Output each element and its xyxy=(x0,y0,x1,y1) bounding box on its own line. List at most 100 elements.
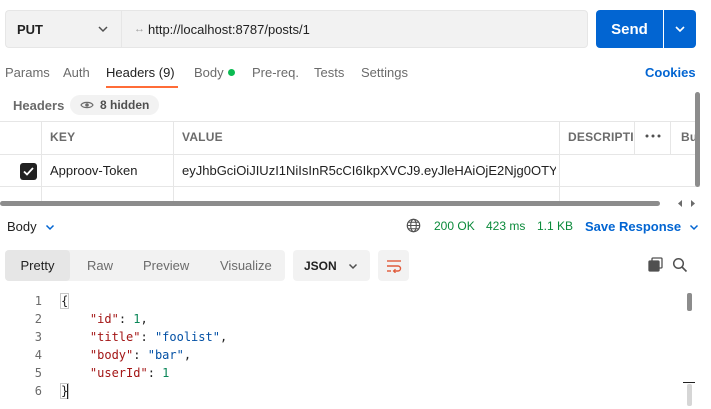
column-header-description: DESCRIPTIO xyxy=(568,130,634,144)
send-label: Send xyxy=(611,20,648,38)
scroll-left-arrow-icon[interactable] xyxy=(676,199,685,208)
line-number: 5 xyxy=(34,366,42,380)
table-col-divider xyxy=(559,121,560,201)
header-key-cell[interactable]: Approov-Token xyxy=(50,163,170,178)
url-lead-icon: ↔ xyxy=(134,23,145,35)
line-number: 2 xyxy=(34,312,42,326)
view-visualize-button[interactable]: Visualize xyxy=(220,250,272,281)
send-options-button[interactable] xyxy=(664,10,696,48)
tab-headers[interactable]: Headers (9) xyxy=(106,65,175,83)
response-time[interactable]: 423 ms xyxy=(486,219,525,233)
method-select[interactable]: PUT xyxy=(5,10,121,48)
tab-body[interactable]: Body xyxy=(194,65,235,83)
json-key: "userId" xyxy=(89,366,148,380)
globe-icon[interactable] xyxy=(406,218,421,233)
tab-body-label: Body xyxy=(194,65,224,80)
json-key: "title" xyxy=(89,330,141,344)
method-label: PUT xyxy=(17,21,43,37)
view-pretty-button[interactable]: Pretty xyxy=(5,250,70,281)
cookies-link[interactable]: Cookies xyxy=(645,65,696,80)
format-label: JSON xyxy=(304,258,337,273)
json-key: "body" xyxy=(89,348,134,362)
table-col-divider xyxy=(634,121,635,155)
column-header-value: VALUE xyxy=(182,130,223,144)
chevron-down-icon xyxy=(675,26,685,33)
check-icon xyxy=(23,167,34,176)
table-col-divider xyxy=(173,121,174,201)
json-open-brace: { xyxy=(61,294,69,308)
scroll-marker xyxy=(683,382,695,383)
code-line[interactable]: "body": "bar", xyxy=(61,348,191,362)
format-select[interactable]: JSON xyxy=(293,250,370,281)
save-response-label: Save Response xyxy=(585,219,682,234)
text-cursor xyxy=(67,384,68,399)
view-raw-label: Raw xyxy=(87,258,114,273)
send-button[interactable]: Send xyxy=(596,10,663,48)
table-row-divider xyxy=(0,186,700,187)
table-border-top xyxy=(0,121,700,122)
chevron-down-icon xyxy=(348,263,358,270)
hidden-headers-count: 8 hidden xyxy=(100,98,150,112)
json-number: 1 xyxy=(162,366,170,380)
body-status-dot xyxy=(227,69,235,77)
eye-icon xyxy=(80,101,94,109)
table-col-divider xyxy=(41,121,42,201)
view-preview-label: Preview xyxy=(143,258,190,273)
line-number: 4 xyxy=(34,348,42,362)
line-number: 6 xyxy=(34,384,42,398)
chevron-down-icon xyxy=(45,224,54,230)
tab-tests-label: Tests xyxy=(314,65,345,80)
editor-vertical-scrollbar[interactable] xyxy=(687,293,692,311)
more-options-icon[interactable] xyxy=(644,129,662,143)
active-tab-indicator xyxy=(106,86,178,88)
scroll-right-arrow-icon[interactable] xyxy=(688,199,697,208)
wrap-lines-button[interactable] xyxy=(378,250,409,281)
tab-params-label: Params xyxy=(5,65,50,80)
url-input[interactable]: ↔ http://localhost:8787/posts/1 xyxy=(121,10,588,48)
json-string: "bar" xyxy=(147,348,184,362)
response-body-dropdown[interactable]: Body xyxy=(7,219,55,234)
table-header-divider xyxy=(0,154,700,155)
copy-icon[interactable] xyxy=(648,257,664,273)
url-text: http://localhost:8787/posts/1 xyxy=(148,21,310,37)
search-icon[interactable] xyxy=(672,257,688,273)
code-line[interactable]: { xyxy=(61,294,68,308)
view-raw-button[interactable]: Raw xyxy=(87,250,113,281)
json-string: "foolist" xyxy=(154,330,220,344)
code-line[interactable]: "id": 1, xyxy=(61,312,148,326)
tab-settings[interactable]: Settings xyxy=(361,65,408,83)
chevron-down-icon xyxy=(98,26,108,33)
editor-scroll-track xyxy=(687,384,692,406)
tab-tests[interactable]: Tests xyxy=(314,65,344,83)
tab-headers-label: Headers (9) xyxy=(106,65,175,80)
view-visualize-label: Visualize xyxy=(220,258,272,273)
tab-settings-label: Settings xyxy=(361,65,408,80)
tab-params[interactable]: Params xyxy=(5,65,50,83)
tab-auth-label: Auth xyxy=(63,65,90,80)
column-header-key: KEY xyxy=(50,130,76,144)
line-number: 1 xyxy=(34,294,42,308)
header-enabled-checkbox[interactable] xyxy=(20,163,37,180)
horizontal-scrollbar[interactable] xyxy=(0,201,660,206)
tab-auth[interactable]: Auth xyxy=(63,65,90,83)
status-code[interactable]: 200 OK xyxy=(434,219,475,233)
view-preview-button[interactable]: Preview xyxy=(143,250,189,281)
table-col-divider xyxy=(670,121,671,155)
chevron-down-icon xyxy=(690,224,699,230)
wrap-lines-icon xyxy=(386,259,401,273)
view-pretty-label: Pretty xyxy=(20,258,55,273)
json-number: 1 xyxy=(133,312,141,326)
code-line[interactable]: "title": "foolist", xyxy=(61,330,227,344)
headers-section-label: Headers xyxy=(13,98,65,113)
code-line[interactable]: "userId": 1 xyxy=(61,366,169,380)
header-value-cell[interactable]: eyJhbGciOiJIUzI1NiIsInR5cCI6IkpXVCJ9.eyJ… xyxy=(182,163,556,178)
vertical-scrollbar[interactable] xyxy=(695,92,700,187)
save-response-button[interactable]: Save Response xyxy=(585,219,699,234)
response-size[interactable]: 1.1 KB xyxy=(537,219,573,233)
json-key: "id" xyxy=(89,312,119,326)
line-number: 3 xyxy=(34,330,42,344)
tab-pre-request[interactable]: Pre-req. xyxy=(252,65,299,83)
tab-pre-request-label: Pre-req. xyxy=(252,65,299,80)
hidden-headers-toggle[interactable]: 8 hidden xyxy=(70,95,160,115)
response-body-label: Body xyxy=(7,219,37,234)
